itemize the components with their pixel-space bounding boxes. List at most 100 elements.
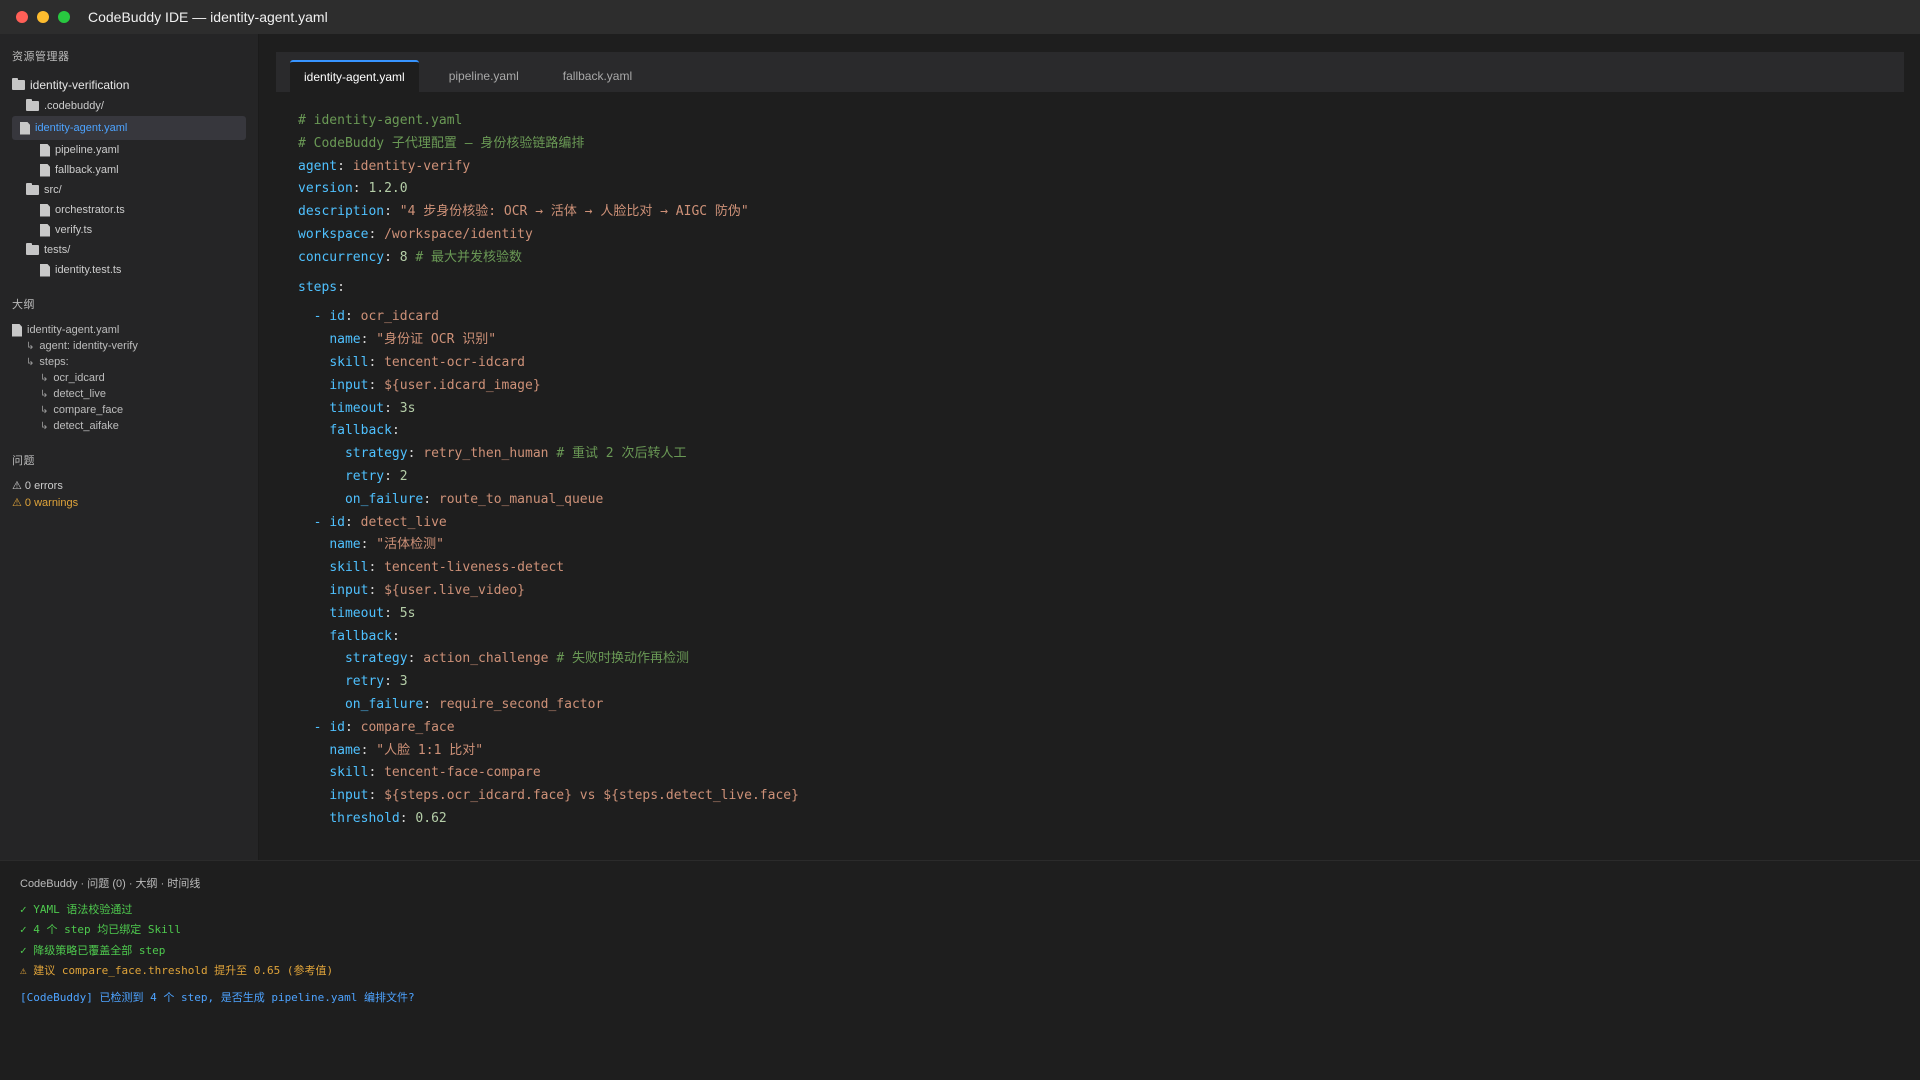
tree-item-verify-ts[interactable]: verify.ts (12, 220, 246, 240)
code-editor[interactable]: # identity-agent.yaml # CodeBuddy 子代理配置 … (298, 110, 799, 831)
code-key: steps (298, 279, 338, 295)
code-line: fallback: (329, 628, 400, 644)
panel-tabs[interactable]: CodeBuddy · 问题 (0) · 大纲 · 时间线 (20, 875, 200, 891)
tree-item-label: orchestrator.ts (55, 204, 125, 216)
code-key: skill (329, 765, 369, 781)
code-value: 3 (399, 674, 408, 690)
code-key: input (329, 377, 369, 393)
explorer-heading: 资源管理器 (12, 51, 70, 63)
errors-count[interactable]: ⚠ 0 errors (12, 477, 246, 494)
code-value: "4 步身份核验: OCR → 活体 → 人脸比对 → AIGC 防伪" (399, 204, 749, 220)
code-key: timeout (329, 605, 385, 621)
code-key: on_failure (344, 696, 424, 712)
code-key: id (329, 514, 345, 530)
folder-icon (26, 183, 39, 195)
code-line: # CodeBuddy 子代理配置 — 身份核验链路编排 (298, 133, 799, 156)
code-line: input: ${user.idcard_image} (329, 377, 541, 393)
code-key: threshold (329, 810, 400, 826)
file-icon (40, 263, 50, 277)
code-comment: # 最大并发核验数 (415, 249, 523, 265)
warnings-count[interactable]: ⚠ 0 warnings (12, 494, 246, 511)
code-line: retry: 2 (344, 468, 408, 484)
tree-item-label: identity.test.ts (55, 264, 122, 276)
tree-item-label: fallback.yaml (55, 164, 119, 176)
code-key: name (329, 332, 361, 348)
tree-item-identity-agent-yaml[interactable]: identity-agent.yaml (12, 116, 246, 140)
tree-item-codebuddy[interactable]: .codebuddy/ (12, 96, 246, 116)
code-line: input: ${user.live_video} (329, 582, 525, 598)
code-key: concurrency (298, 249, 385, 265)
folder-icon (26, 99, 39, 111)
code-comment: # identity-agent.yaml (298, 113, 463, 128)
tree-item-src[interactable]: src/ (12, 180, 246, 200)
code-line: skill: tencent-face-compare (329, 765, 541, 781)
code-line: - id: detect_live (298, 514, 447, 530)
outline-file[interactable]: identity-agent.yaml (12, 322, 246, 338)
folder-icon (26, 243, 39, 255)
window-title: CodeBuddy IDE — identity-agent.yaml (88, 9, 328, 25)
code-value: tencent-face-compare (384, 765, 541, 781)
tab-fallback-yaml[interactable]: fallback.yaml (549, 60, 646, 92)
file-icon (40, 203, 50, 217)
outline-item-compare-face[interactable]: ↳ compare_face (12, 402, 246, 418)
code-comment: # 重试 2 次后转人工 (556, 446, 687, 462)
child-arrow-icon: ↳ (40, 388, 49, 400)
code-comment: # 失败时换动作再检测 (556, 651, 689, 667)
child-arrow-icon: ↳ (26, 340, 35, 352)
code-key: retry (344, 674, 385, 690)
minimize-window-button[interactable] (37, 11, 49, 23)
code-value: ${user.idcard_image} (384, 377, 541, 393)
code-key: name (329, 537, 361, 553)
code-value: detect_live (360, 514, 447, 530)
tree-item-orchestrator-ts[interactable]: orchestrator.ts (12, 200, 246, 220)
tab-pipeline-yaml[interactable]: pipeline.yaml (435, 60, 533, 92)
code-line: on_failure: require_second_factor (344, 696, 604, 712)
output-panel: CodeBuddy · 问题 (0) · 大纲 · 时间线 ✓ YAML 语法校… (0, 860, 1920, 1080)
tab-identity-agent-yaml[interactable]: identity-agent.yaml (290, 60, 419, 92)
outline-item-agent[interactable]: ↳ agent: identity-verify (12, 338, 246, 354)
code-value: ${user.live_video} (384, 582, 525, 598)
outline-item-ocr-idcard[interactable]: ↳ ocr_idcard (12, 370, 246, 386)
close-window-button[interactable] (16, 11, 28, 23)
code-key: timeout (329, 400, 385, 416)
code-line: steps: (298, 279, 345, 295)
code-value: /workspace/identity (384, 226, 533, 242)
folder-icon (12, 78, 25, 90)
outline-item-detect-live[interactable]: ↳ detect_live (12, 386, 246, 402)
code-line: description: "4 步身份核验: OCR → 活体 → 人脸比对 →… (298, 204, 749, 220)
code-key: skill (329, 560, 369, 576)
code-value: "活体检测" (376, 537, 444, 553)
code-line: workspace: /workspace/identity (298, 226, 533, 242)
maximize-window-button[interactable] (58, 11, 70, 23)
child-arrow-icon: ↳ (40, 404, 49, 416)
code-key: workspace (298, 226, 369, 242)
tree-item-fallback-yaml[interactable]: fallback.yaml (12, 160, 246, 180)
code-line: skill: tencent-ocr-idcard (329, 354, 525, 370)
tree-item-label: tests/ (44, 244, 71, 256)
tree-root-folder[interactable]: identity-verification (12, 74, 246, 96)
code-value: "身份证 OCR 识别" (376, 332, 497, 348)
tree-item-identity-test-ts[interactable]: identity.test.ts (12, 260, 246, 280)
tree-item-tests[interactable]: tests/ (12, 240, 246, 260)
file-icon (40, 163, 50, 177)
code-line: strategy: action_challenge # 失败时换动作再检测 (344, 651, 689, 667)
code-key: strategy (344, 446, 408, 462)
code-value: tencent-liveness-detect (384, 560, 565, 576)
code-line: input: ${steps.ocr_idcard.face} vs ${ste… (329, 788, 799, 804)
code-key: fallback (329, 628, 392, 644)
tree-item-pipeline-yaml[interactable]: pipeline.yaml (12, 140, 246, 160)
outline-item-steps[interactable]: ↳ steps: (12, 354, 246, 370)
code-key: fallback (329, 423, 392, 439)
code-value: compare_face (360, 719, 455, 735)
codebuddy-prompt-line[interactable]: [CodeBuddy] 已检测到 4 个 step, 是否生成 pipeline… (20, 989, 415, 1005)
outline-item-label: compare_face (53, 404, 124, 416)
code-key: on_failure (344, 491, 424, 507)
file-icon (40, 143, 50, 157)
code-line: threshold: 0.62 (329, 810, 447, 826)
outline-item-label: ocr_idcard (53, 372, 105, 384)
outline-item-detect-aifake[interactable]: ↳ detect_aifake (12, 418, 246, 434)
outline-heading: 大纲 (12, 299, 35, 311)
code-value: 1.2.0 (368, 181, 408, 197)
code-line: timeout: 5s (329, 605, 416, 621)
code-key: id (329, 719, 345, 735)
